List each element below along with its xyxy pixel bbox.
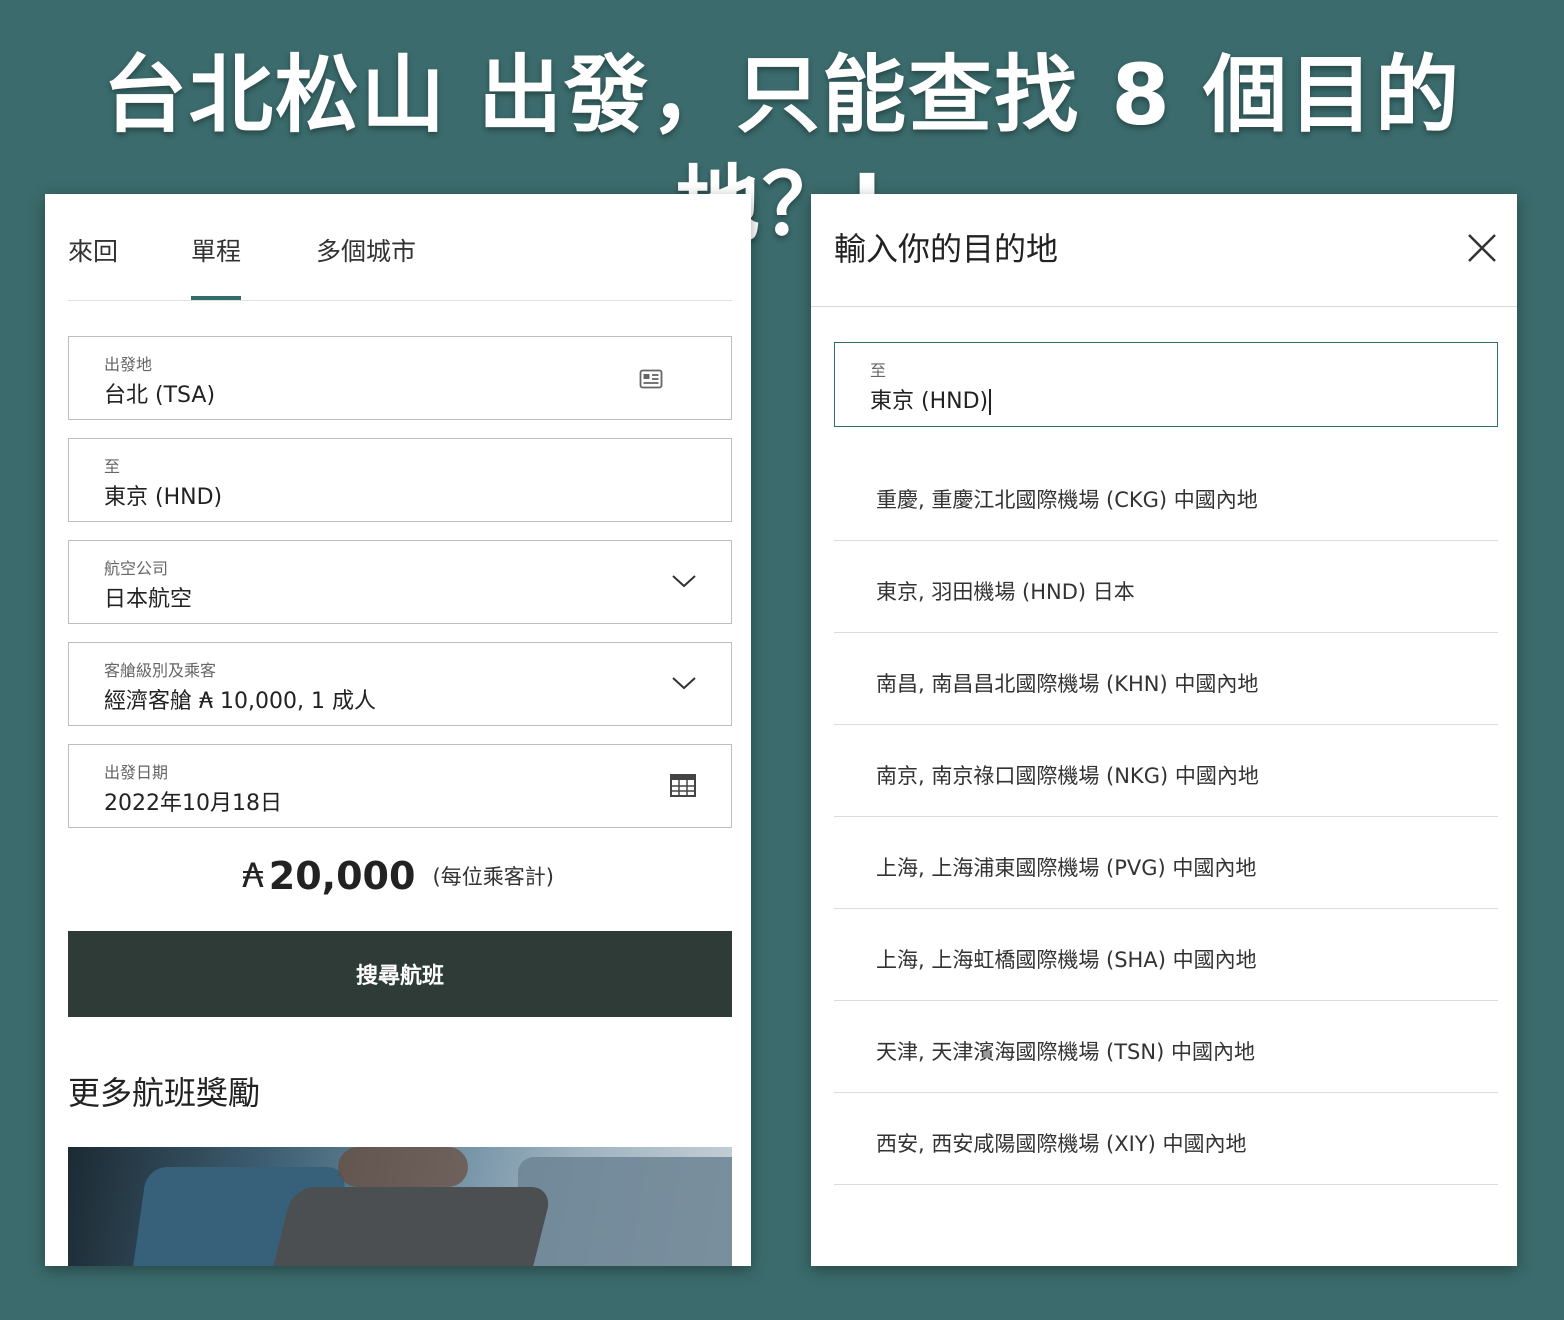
list-item[interactable]: 上海, 上海虹橋國際機場 (SHA) 中國內地 (834, 910, 1498, 1001)
to-label: 至 (870, 361, 887, 380)
cabin-photo (68, 1147, 732, 1266)
to-value-text: 東京 (HND) (870, 389, 989, 414)
more-rewards-title: 更多航班獎勵 (68, 1074, 261, 1112)
list-item[interactable]: 南昌, 南昌昌北國際機場 (KHN) 中國內地 (834, 634, 1498, 725)
origin-value: 台北 (TSA) (104, 383, 216, 408)
destination-field[interactable]: 至 東京 (HND) (68, 438, 732, 522)
flight-search-panel: 來回 單程 多個城市 出發地 台北 (TSA) 至 東京 (HND) 航空公司 … (45, 194, 751, 1266)
date-value: 2022年10月18日 (104, 791, 282, 816)
cabin-label: 客艙級別及乘客 (104, 661, 217, 680)
close-icon[interactable] (1466, 232, 1498, 264)
destination-picker-panel: 輸入你的目的地 至 東京 (HND) 重慶, 重慶江北國際機場 (CKG) 中國… (811, 194, 1517, 1266)
chevron-down-icon[interactable] (671, 673, 697, 693)
list-item[interactable]: 上海, 上海浦東國際機場 (PVG) 中國內地 (834, 818, 1498, 909)
airline-value: 日本航空 (104, 587, 193, 612)
list-item[interactable]: 重慶, 重慶江北國際機場 (CKG) 中國內地 (834, 450, 1498, 541)
avios-currency-icon: ₳ (242, 856, 264, 896)
origin-field[interactable]: 出發地 台北 (TSA) (68, 336, 732, 420)
price-note: (每位乘客計) (432, 865, 554, 889)
tab-multi-city[interactable]: 多個城市 (316, 232, 416, 300)
destination-search-input[interactable]: 至 東京 (HND) (834, 342, 1498, 427)
destination-value: 東京 (HND) (104, 485, 223, 510)
destination-picker-title: 輸入你的目的地 (834, 230, 1059, 268)
date-label: 出發日期 (104, 763, 169, 782)
airline-label: 航空公司 (104, 559, 169, 578)
divider (811, 306, 1517, 307)
tab-one-way[interactable]: 單程 (191, 232, 242, 300)
list-item[interactable]: 南京, 南京祿口國際機場 (NKG) 中國內地 (834, 726, 1498, 817)
text-caret (989, 389, 992, 415)
list-item[interactable]: 天津, 天津濱海國際機場 (TSN) 中國內地 (834, 1002, 1498, 1093)
to-value: 東京 (HND) (870, 383, 992, 415)
cabin-value: 經濟客艙 ₳ 10,000, 1 成人 (104, 689, 376, 714)
destination-label: 至 (104, 457, 121, 476)
origin-label: 出發地 (104, 355, 153, 374)
list-item[interactable]: 西安, 西安咸陽國際機場 (XIY) 中國內地 (834, 1094, 1498, 1185)
airline-select[interactable]: 航空公司 日本航空 (68, 540, 732, 624)
price-summary: ₳ 20,000 (每位乘客計) (45, 854, 751, 898)
tab-round-trip[interactable]: 來回 (68, 232, 118, 300)
calendar-icon[interactable] (669, 771, 697, 799)
search-flights-button[interactable]: 搜尋航班 (68, 931, 732, 1017)
chevron-down-icon[interactable] (671, 571, 697, 591)
departure-date-field[interactable]: 出發日期 2022年10月18日 (68, 744, 732, 828)
cabin-passenger-select[interactable]: 客艙級別及乘客 經濟客艙 ₳ 10,000, 1 成人 (68, 642, 732, 726)
list-item[interactable]: 東京, 羽田機場 (HND) 日本 (834, 542, 1498, 633)
price-amount: 20,000 (268, 854, 416, 898)
destination-results-list: 重慶, 重慶江北國際機場 (CKG) 中國內地 東京, 羽田機場 (HND) 日… (834, 450, 1498, 1186)
trip-type-tabs: 來回 單程 多個城市 (68, 194, 732, 301)
contact-card-icon[interactable] (639, 367, 663, 391)
